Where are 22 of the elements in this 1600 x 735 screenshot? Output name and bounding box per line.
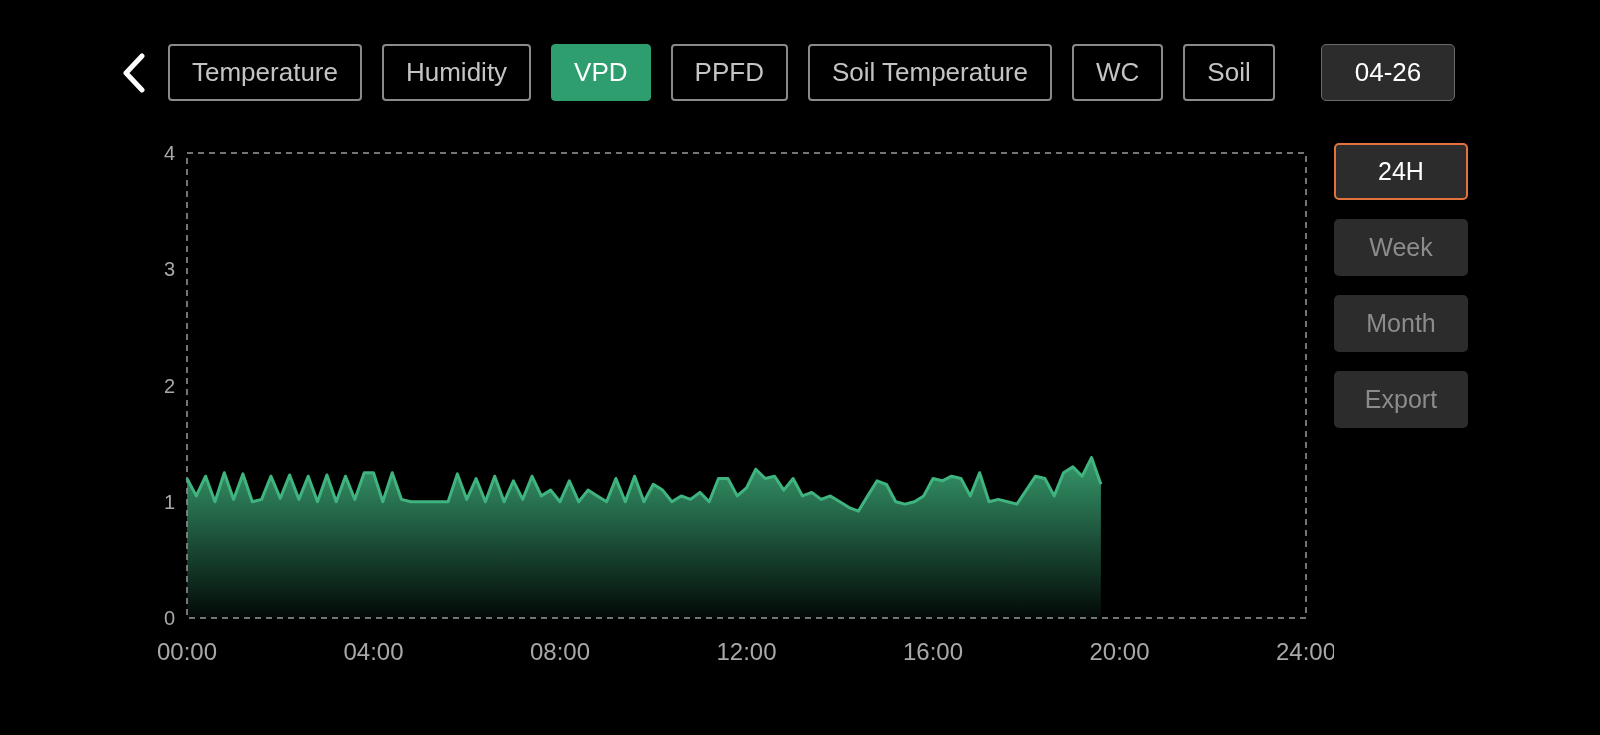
axis-tick-label: 2 — [163, 374, 175, 397]
axis-tick-label: 0 — [163, 607, 175, 629]
range-button[interactable]: 24H — [1334, 143, 1468, 200]
range-button[interactable]: Week — [1334, 219, 1468, 276]
axis-tick-label: 4 — [163, 143, 175, 164]
axis-tick-label: 00:00 — [156, 638, 218, 665]
tab[interactable]: WC — [1072, 44, 1164, 101]
date-button[interactable]: 04-26 — [1321, 44, 1455, 101]
axis-tick-label: 1 — [163, 490, 175, 513]
axis-tick-label: 16:00 — [902, 638, 964, 665]
tab[interactable]: Soil Temperature — [807, 44, 1052, 101]
export-button[interactable]: Export — [1334, 371, 1468, 428]
axis-tick-label: 12:00 — [716, 638, 777, 665]
tab[interactable]: Humidity — [381, 44, 532, 101]
axis-tick-label: 20:00 — [1089, 638, 1150, 665]
tab[interactable]: Temperature — [168, 44, 362, 101]
tab[interactable]: Soil — [1183, 44, 1275, 101]
range-button[interactable]: Month — [1334, 295, 1468, 352]
axis-tick-label: 08:00 — [529, 638, 591, 665]
tab[interactable]: PPFD — [670, 44, 788, 101]
axis-tick-label: 04:00 — [343, 638, 404, 665]
axis-tick-label: 3 — [163, 258, 175, 281]
